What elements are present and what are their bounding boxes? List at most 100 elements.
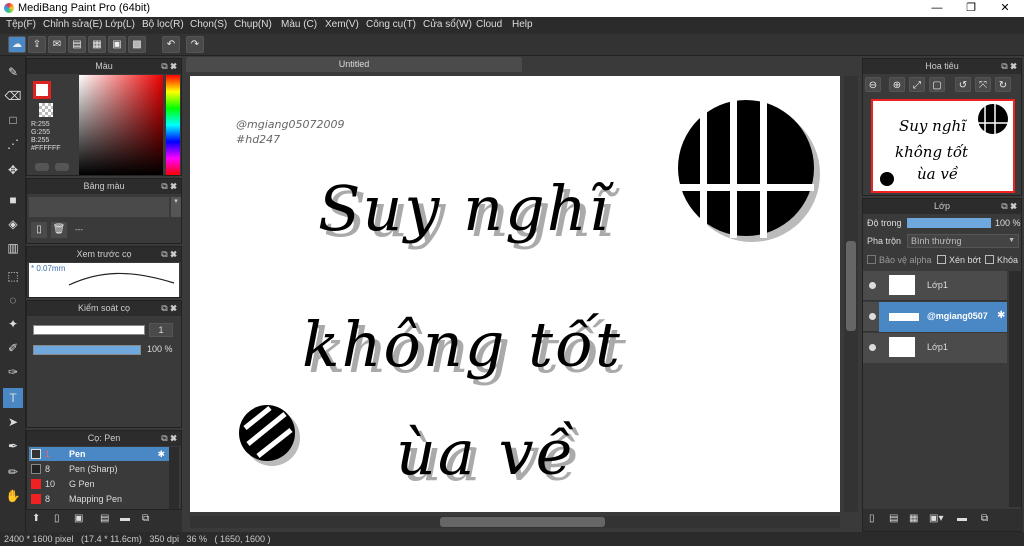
move-tool-icon[interactable]: ✥ — [3, 160, 23, 180]
panel-close-icon[interactable]: ⧉ ✖ — [161, 247, 177, 262]
menu-capture[interactable]: Chụp(N) — [234, 19, 272, 30]
close-button[interactable]: ✕ — [988, 0, 1022, 17]
cloud-brush-icon[interactable]: ⬆ — [32, 513, 40, 524]
eraser-tool-icon[interactable]: ⌫ — [3, 86, 23, 106]
maximize-button[interactable]: ❐ — [954, 0, 988, 17]
menu-edit[interactable]: Chỉnh sửa(E) — [43, 19, 103, 30]
visibility-icon[interactable] — [869, 313, 876, 320]
menu-help[interactable]: Help — [512, 19, 533, 30]
duplicate-icon[interactable]: ⧉ — [142, 513, 149, 524]
saturation-value-picker[interactable] — [79, 75, 163, 175]
rotate-left-icon[interactable]: ↺ — [955, 77, 971, 92]
menu-color[interactable]: Màu (C) — [281, 19, 317, 30]
brush-item[interactable]: 8 Pen (Sharp) — [29, 462, 169, 476]
layer-list-scrollbar[interactable] — [1009, 271, 1021, 507]
canvas[interactable]: @mgiang05072009 #hd247 Suy nghĩ không tố… — [190, 76, 840, 512]
layer-row[interactable]: Lớp1 — [863, 271, 1007, 301]
brush-size-slider[interactable] — [33, 325, 145, 335]
brush-tool-icon[interactable]: ✎ — [3, 62, 23, 82]
hue-slider[interactable] — [166, 75, 180, 175]
bucket-tool-icon[interactable]: ◈ — [3, 214, 23, 234]
navigator-thumbnail[interactable]: Suy nghĩ không tốt ùa về — [871, 99, 1015, 193]
select-eraser-icon[interactable]: ✑ — [3, 362, 23, 382]
visibility-icon[interactable] — [869, 282, 876, 289]
menu-tools[interactable]: Công cụ(T) — [366, 19, 416, 30]
brush-item[interactable]: 10 G Pen — [29, 477, 169, 491]
eyedropper-tool-icon[interactable]: ✒ — [3, 436, 23, 456]
duplicate-layer-icon[interactable]: ⧉ — [981, 513, 988, 524]
hand-tool-icon[interactable]: ✋ — [3, 486, 23, 506]
actual-size-icon[interactable]: ▢ — [929, 77, 945, 92]
panel-close-icon[interactable]: ⧉ ✖ — [161, 179, 177, 194]
lock-checkbox[interactable] — [985, 255, 994, 264]
brush-item[interactable]: 1 Pen ✱ — [29, 447, 169, 461]
redo-button[interactable]: ↷ — [186, 36, 204, 53]
minimize-button[interactable]: — — [920, 0, 954, 17]
new-layer-icon[interactable]: ▯ — [869, 513, 875, 524]
reset-rotation-icon[interactable]: ⤧ — [975, 77, 991, 92]
panel-close-icon[interactable]: ⧉ ✖ — [1001, 199, 1017, 214]
protect-alpha-checkbox[interactable] — [867, 255, 876, 264]
vertical-scroll-thumb[interactable] — [846, 241, 856, 331]
horizontal-scroll-thumb[interactable] — [440, 517, 605, 527]
chat-icon[interactable]: ✉ — [48, 36, 66, 53]
magic-wand-icon[interactable]: ✦ — [3, 314, 23, 334]
vertical-scrollbar[interactable] — [844, 76, 858, 512]
new-folder-icon[interactable]: ▬ — [957, 513, 967, 524]
layer-row[interactable]: Lớp1 — [863, 333, 1007, 363]
layer-opacity-slider[interactable] — [907, 218, 991, 228]
delete-palette-icon[interactable]: 🗑 — [51, 222, 67, 238]
text-layer-settings-icon[interactable]: ✱ — [997, 310, 1005, 321]
tiles-icon[interactable]: ▩ — [128, 36, 146, 53]
rotate-right-icon[interactable]: ↻ — [995, 77, 1011, 92]
comment-icon[interactable]: ▤ — [68, 36, 86, 53]
color-swap-button[interactable] — [55, 163, 69, 171]
pen-tool-icon[interactable]: ✏ — [3, 462, 23, 482]
zoom-out-icon[interactable]: ⊖ — [865, 77, 881, 92]
new-brush-icon[interactable]: ▯ — [54, 513, 60, 524]
grid-icon[interactable]: ▣ — [108, 36, 126, 53]
lasso-tool-icon[interactable]: ◌ — [3, 290, 23, 310]
undo-button[interactable]: ↶ — [162, 36, 180, 53]
panel-close-icon[interactable]: ⧉ ✖ — [161, 431, 177, 446]
background-color-swatch[interactable] — [39, 103, 53, 117]
menu-file[interactable]: Tệp(F) — [6, 19, 36, 30]
share-icon[interactable]: ⇪ — [28, 36, 46, 53]
brush-item[interactable]: 8 Mapping Pen — [29, 492, 169, 506]
brush-opacity-slider[interactable] — [33, 345, 141, 355]
new-1bit-layer-icon[interactable]: ▦ — [909, 513, 918, 524]
palette-scroll-icon[interactable]: ▾ — [171, 197, 181, 217]
gradient-tool-icon[interactable]: ▥ — [3, 238, 23, 258]
layer-row[interactable]: @mgiang0507 ✱ — [863, 302, 1007, 332]
add-brush-icon[interactable]: ▣ — [74, 513, 83, 524]
menu-cloud[interactable]: Cloud — [476, 19, 502, 30]
palette-area[interactable] — [29, 197, 169, 217]
color-mode-button[interactable] — [35, 163, 49, 171]
cloud-icon[interactable]: ☁ — [8, 36, 26, 53]
horizontal-scrollbar[interactable] — [190, 516, 840, 528]
text-tool-icon[interactable]: T — [3, 388, 23, 408]
new-palette-icon[interactable]: ▯ — [31, 222, 47, 238]
menu-window[interactable]: Cửa sổ(W) — [423, 19, 472, 30]
foreground-color-swatch[interactable] — [33, 81, 51, 99]
select-rect-tool-icon[interactable]: ⬚ — [3, 266, 23, 286]
panel-close-icon[interactable]: ⧉ ✖ — [161, 301, 177, 316]
zoom-in-icon[interactable]: ⊕ — [889, 77, 905, 92]
menu-layer[interactable]: Lớp(L) — [105, 19, 135, 30]
menu-select[interactable]: Chọn(S) — [190, 19, 227, 30]
panel-close-icon[interactable]: ⧉ ✖ — [161, 59, 177, 74]
folder-icon[interactable]: ▬ — [120, 513, 130, 524]
blend-mode-select[interactable]: Bình thường ▼ — [907, 234, 1019, 248]
clipping-checkbox[interactable] — [937, 255, 946, 264]
menu-filter[interactable]: Bộ lọc(R) — [142, 19, 184, 30]
new-halftone-layer-icon[interactable]: ▤ — [889, 513, 898, 524]
fit-icon[interactable]: ⤢ — [909, 77, 925, 92]
add-layer-dropdown-icon[interactable]: ▣▾ — [929, 513, 943, 524]
select-pen-icon[interactable]: ✐ — [3, 338, 23, 358]
fill-rect-tool-icon[interactable]: ■ — [3, 190, 23, 210]
panel-close-icon[interactable]: ⧉ ✖ — [1001, 59, 1017, 74]
visibility-icon[interactable] — [869, 344, 876, 351]
dot-tool-icon[interactable]: ⋰ — [3, 134, 23, 154]
copy-brush-icon[interactable]: ▤ — [100, 513, 109, 524]
rectangle-tool-icon[interactable]: □ — [3, 110, 23, 130]
